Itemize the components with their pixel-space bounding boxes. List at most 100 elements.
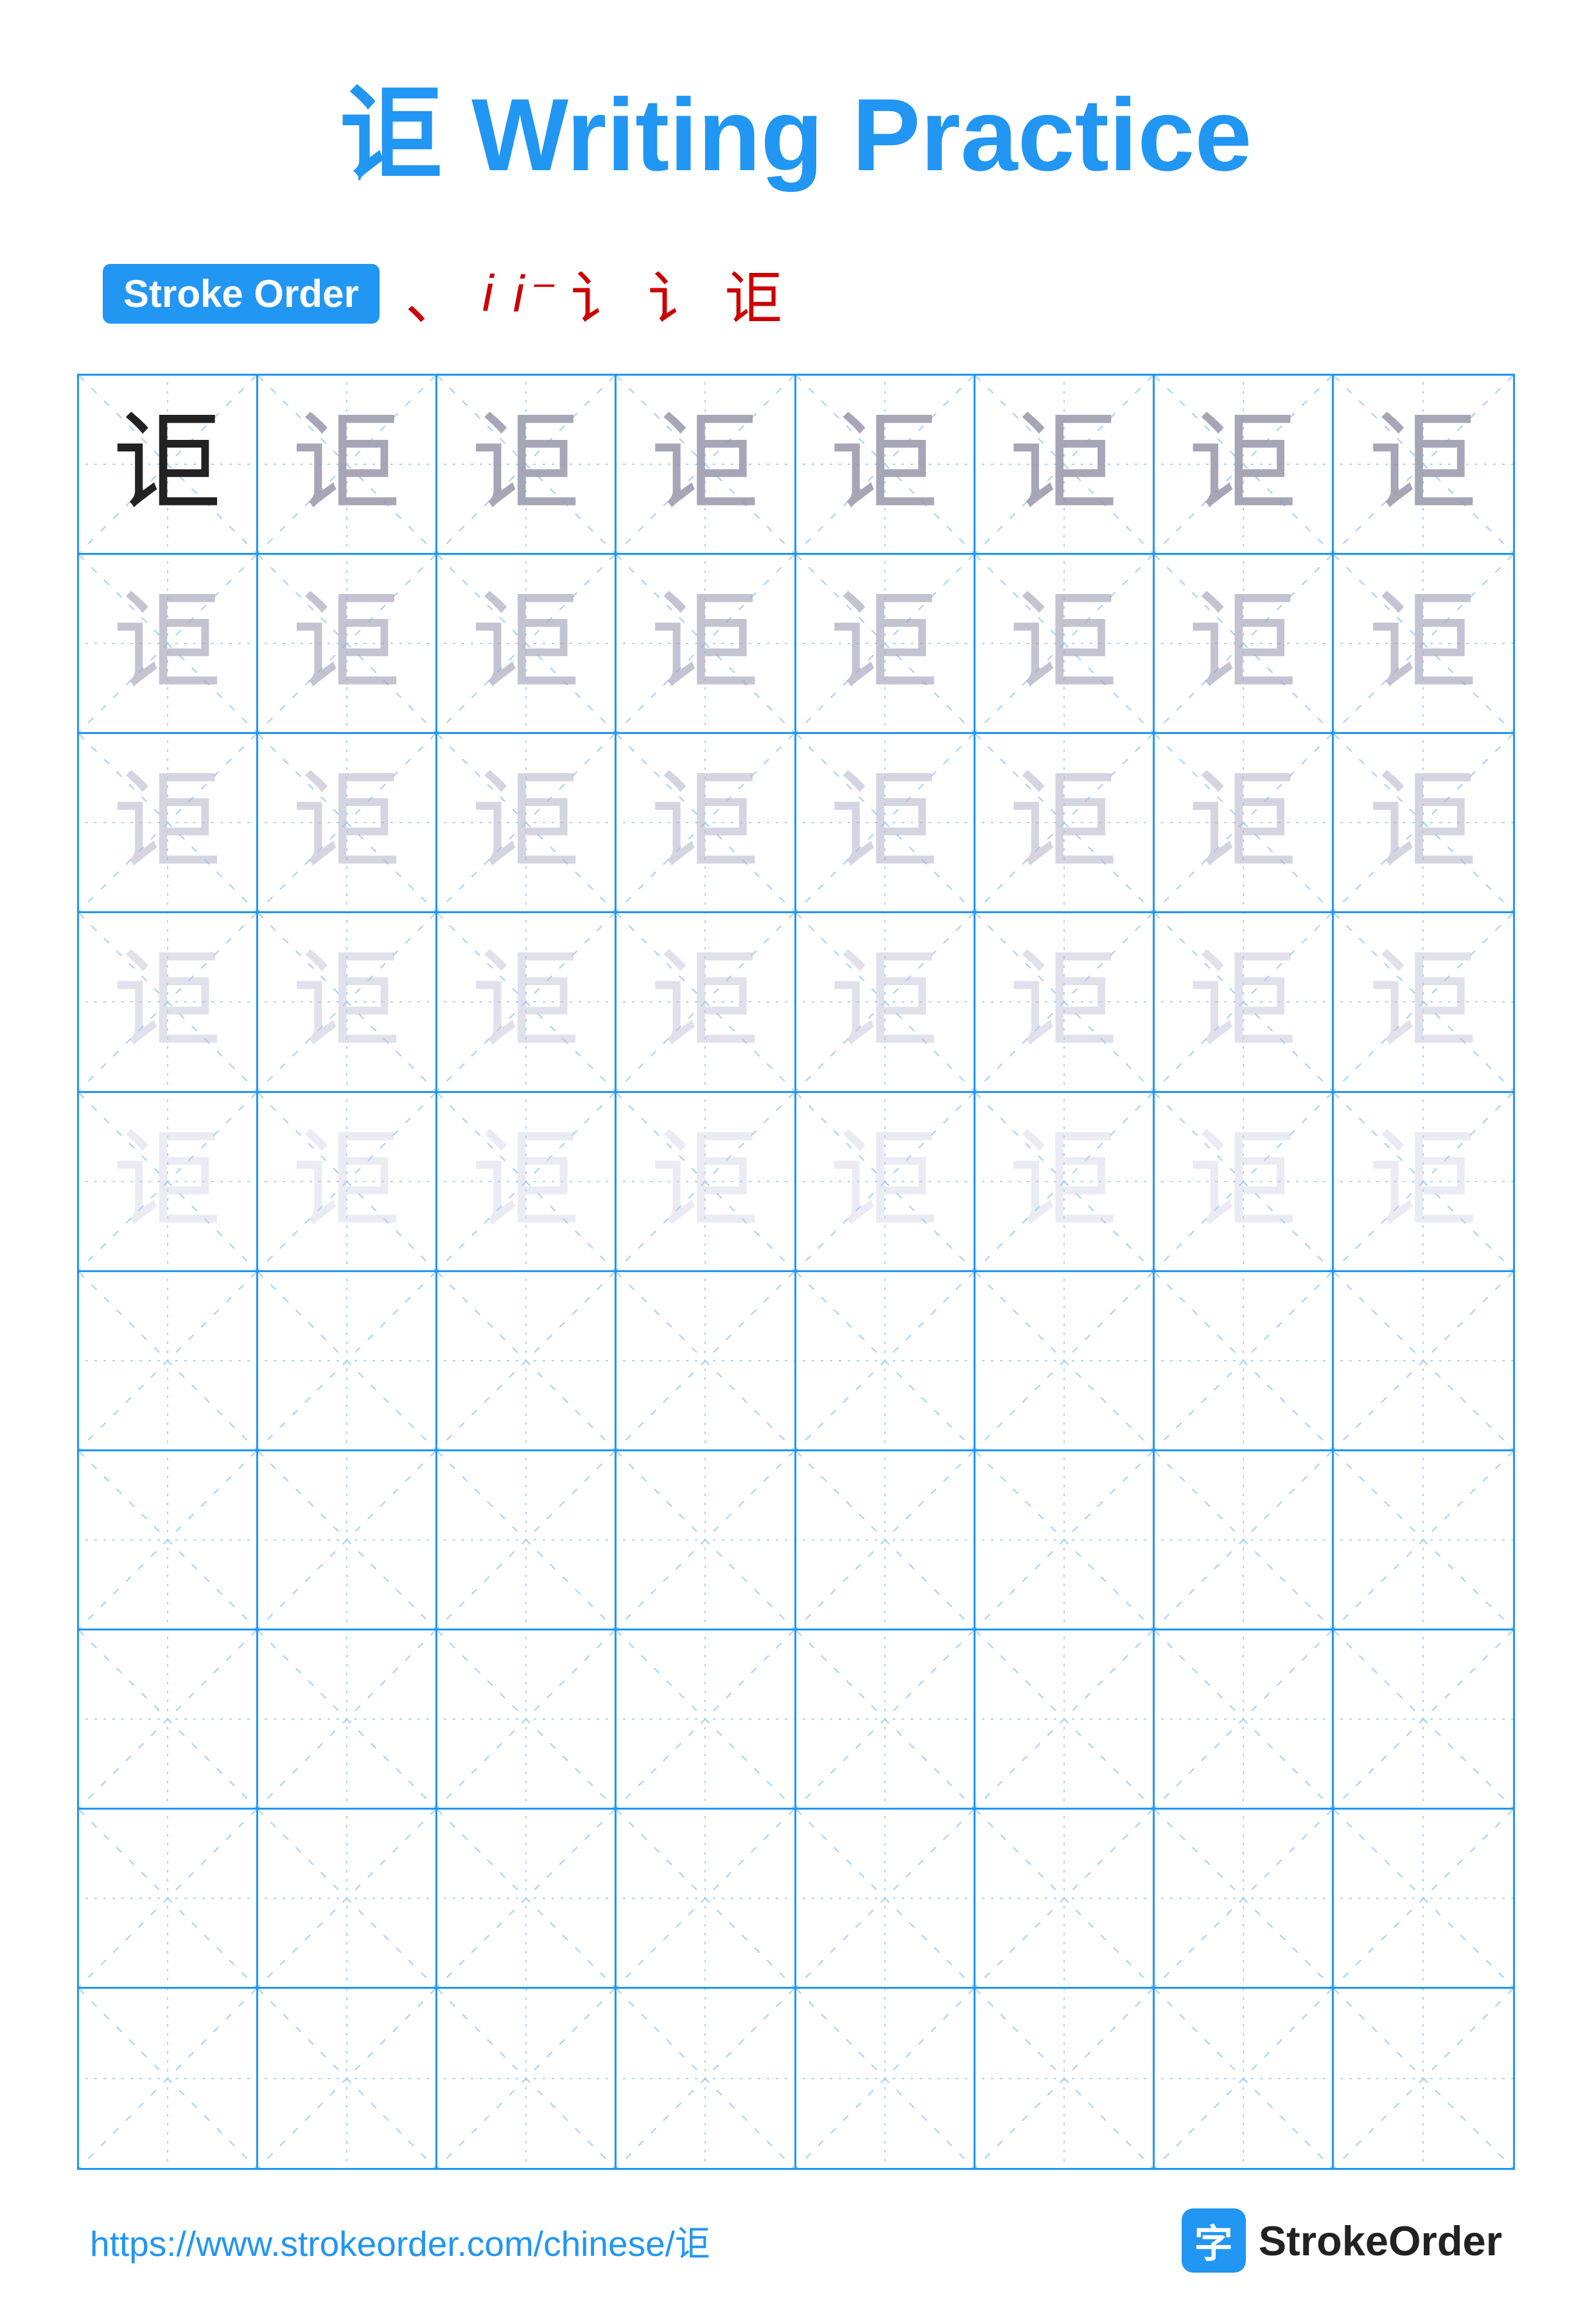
grid-cell-r6c8[interactable]: [1334, 1272, 1513, 1451]
char-r4c6: 讵: [1010, 947, 1119, 1056]
grid-cell-r7c1[interactable]: [79, 1451, 258, 1630]
grid-cell-r8c5[interactable]: [796, 1630, 975, 1810]
grid-cell-r8c1[interactable]: [79, 1630, 258, 1810]
grid-cell-r7c5[interactable]: [796, 1451, 975, 1630]
grid-cell-r8c6[interactable]: [975, 1630, 1155, 1810]
grid-cell-r6c4[interactable]: [617, 1272, 796, 1451]
char-r3c5: 讵: [830, 768, 940, 877]
grid-cell-r3c8[interactable]: 讵: [1334, 734, 1513, 913]
grid-cell-r9c5[interactable]: [796, 1810, 975, 1989]
grid-cell-r9c3[interactable]: [437, 1810, 617, 1989]
grid-cell-r4c5[interactable]: 讵: [796, 913, 975, 1092]
char-r4c2: 讵: [292, 947, 401, 1056]
grid-cell-r5c2[interactable]: 讵: [258, 1093, 437, 1272]
grid-cell-r7c3[interactable]: [437, 1451, 617, 1630]
grid-cell-r9c8[interactable]: [1334, 1810, 1513, 1989]
grid-cell-r2c2[interactable]: 讵: [258, 555, 437, 734]
grid-cell-r10c5[interactable]: [796, 1989, 975, 2168]
grid-cell-r2c8[interactable]: 讵: [1334, 555, 1513, 734]
grid-cell-r3c2[interactable]: 讵: [258, 734, 437, 913]
grid-cell-r2c6[interactable]: 讵: [975, 555, 1155, 734]
grid-cell-r3c4[interactable]: 讵: [617, 734, 796, 913]
grid-cell-r5c3[interactable]: 讵: [437, 1093, 617, 1272]
grid-cell-r1c4[interactable]: 讵: [617, 376, 796, 555]
char-r5c7: 讵: [1189, 1127, 1298, 1236]
grid-cell-r1c2[interactable]: 讵: [258, 376, 437, 555]
char-r1c6: 讵: [1010, 410, 1119, 519]
grid-cell-r9c4[interactable]: [617, 1810, 796, 1989]
char-r4c1: 讵: [113, 947, 222, 1056]
grid-cell-r6c1[interactable]: [79, 1272, 258, 1451]
grid-cell-r2c5[interactable]: 讵: [796, 555, 975, 734]
grid-cell-r10c3[interactable]: [437, 1989, 617, 2168]
grid-cell-r7c7[interactable]: [1155, 1451, 1334, 1630]
grid-cell-r5c5[interactable]: 讵: [796, 1093, 975, 1272]
footer-url[interactable]: https://www.strokeorder.com/chinese/讵: [90, 2215, 710, 2266]
char-r4c8: 讵: [1369, 947, 1478, 1056]
grid-cell-r6c5[interactable]: [796, 1272, 975, 1451]
grid-cell-r1c6[interactable]: 讵: [975, 376, 1155, 555]
grid-cell-r1c1[interactable]: 讵: [79, 376, 258, 555]
char-r5c3: 讵: [471, 1127, 581, 1236]
grid-cell-r5c4[interactable]: 讵: [617, 1093, 796, 1272]
grid-cell-r1c7[interactable]: 讵: [1155, 376, 1334, 555]
grid-cell-r8c4[interactable]: [617, 1630, 796, 1810]
grid-cell-r3c7[interactable]: 讵: [1155, 734, 1334, 913]
char-r1c5: 讵: [830, 410, 940, 519]
grid-cell-r2c3[interactable]: 讵: [437, 555, 617, 734]
grid-cell-r7c8[interactable]: [1334, 1451, 1513, 1630]
char-r2c7: 讵: [1189, 589, 1298, 698]
grid-cell-r5c8[interactable]: 讵: [1334, 1093, 1513, 1272]
grid-cell-r9c1[interactable]: [79, 1810, 258, 1989]
grid-cell-r9c7[interactable]: [1155, 1810, 1334, 1989]
grid-cell-r4c8[interactable]: 讵: [1334, 913, 1513, 1092]
grid-cell-r8c2[interactable]: [258, 1630, 437, 1810]
grid-cell-r7c2[interactable]: [258, 1451, 437, 1630]
grid-cell-r6c7[interactable]: [1155, 1272, 1334, 1451]
grid-cell-r8c3[interactable]: [437, 1630, 617, 1810]
char-r1c2: 讵: [292, 410, 401, 519]
char-r1c3: 讵: [471, 410, 581, 519]
char-r4c7: 讵: [1189, 947, 1298, 1056]
grid-cell-r5c6[interactable]: 讵: [975, 1093, 1155, 1272]
stroke-order-row: Stroke Order 、 i i⁻ 讠 讠 讵: [77, 252, 1515, 335]
grid-cell-r8c8[interactable]: [1334, 1630, 1513, 1810]
grid-cell-r10c2[interactable]: [258, 1989, 437, 2168]
grid-cell-r6c2[interactable]: [258, 1272, 437, 1451]
grid-cell-r6c3[interactable]: [437, 1272, 617, 1451]
grid-cell-r10c4[interactable]: [617, 1989, 796, 2168]
grid-cell-r10c1[interactable]: [79, 1989, 258, 2168]
grid-cell-r4c2[interactable]: 讵: [258, 913, 437, 1092]
grid-cell-r4c7[interactable]: 讵: [1155, 913, 1334, 1092]
grid-cell-r3c1[interactable]: 讵: [79, 734, 258, 913]
grid-cell-r2c4[interactable]: 讵: [617, 555, 796, 734]
grid-cell-r5c7[interactable]: 讵: [1155, 1093, 1334, 1272]
grid-cell-r10c8[interactable]: [1334, 1989, 1513, 2168]
grid-cell-r1c3[interactable]: 讵: [437, 376, 617, 555]
char-r1c8: 讵: [1369, 410, 1478, 519]
grid-cell-r4c6[interactable]: 讵: [975, 913, 1155, 1092]
grid-cell-r1c5[interactable]: 讵: [796, 376, 975, 555]
grid-cell-r3c6[interactable]: 讵: [975, 734, 1155, 913]
grid-cell-r10c6[interactable]: [975, 1989, 1155, 2168]
grid-cell-r2c1[interactable]: 讵: [79, 555, 258, 734]
grid-cell-r4c4[interactable]: 讵: [617, 913, 796, 1092]
grid-cell-r7c4[interactable]: [617, 1451, 796, 1630]
grid-cell-r3c3[interactable]: 讵: [437, 734, 617, 913]
grid-cell-r2c7[interactable]: 讵: [1155, 555, 1334, 734]
grid-cell-r5c1[interactable]: 讵: [79, 1093, 258, 1272]
grid-cell-r9c6[interactable]: [975, 1810, 1155, 1989]
grid-cell-r8c7[interactable]: [1155, 1630, 1334, 1810]
char-r3c8: 讵: [1369, 768, 1478, 877]
grid-cell-r1c8[interactable]: 讵: [1334, 376, 1513, 555]
grid-cell-r4c1[interactable]: 讵: [79, 913, 258, 1092]
grid-cell-r10c7[interactable]: [1155, 1989, 1334, 2168]
grid-cell-r4c3[interactable]: 讵: [437, 913, 617, 1092]
grid-cell-r3c5[interactable]: 讵: [796, 734, 975, 913]
char-r1c4: 讵: [651, 410, 760, 519]
grid-cell-r7c6[interactable]: [975, 1451, 1155, 1630]
stroke-5: 讠: [648, 252, 706, 335]
char-r1c7: 讵: [1189, 410, 1298, 519]
grid-cell-r6c6[interactable]: [975, 1272, 1155, 1451]
grid-cell-r9c2[interactable]: [258, 1810, 437, 1989]
